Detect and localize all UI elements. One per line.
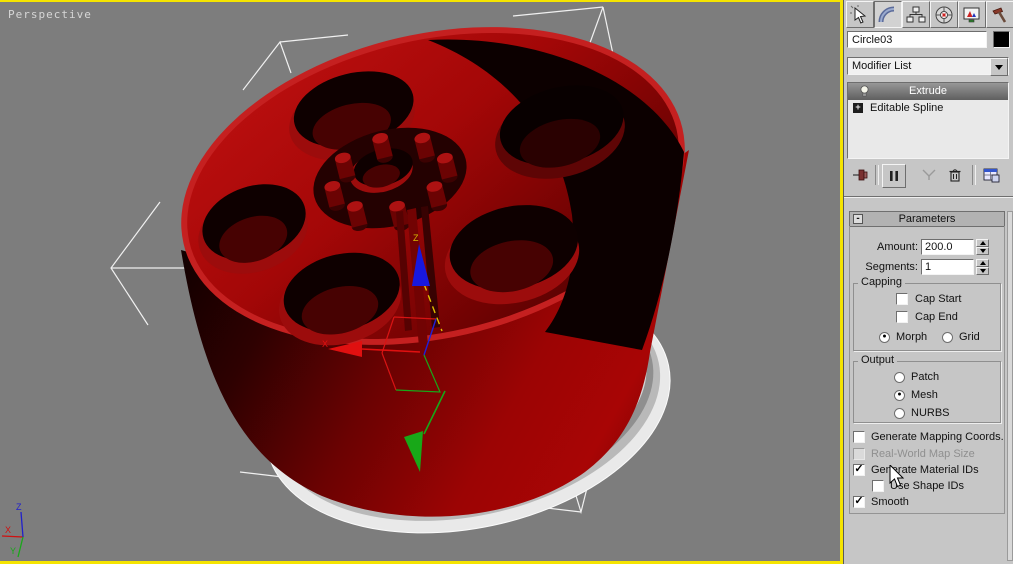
pin-stack-icon [852,166,870,184]
real-world-map-size-checkbox [853,448,865,460]
amount-field[interactable]: 200.0 [921,239,974,255]
modifier-stack-list: Extrude + Editable Spline [847,82,1009,159]
toolbar-separator [972,165,976,185]
parameters-rollout-header[interactable]: - Parameters [849,211,1005,227]
tab-display[interactable] [958,1,986,28]
spinner-up-button[interactable] [976,259,989,267]
3d-app-window: Perspective [0,0,1013,564]
tripod-z-label: Z [16,502,22,512]
amount-spinner [976,239,989,255]
cap-start-checkbox[interactable] [896,293,908,305]
gizmo-z-label: Z [413,233,419,243]
rollout-collapse-icon[interactable]: - [853,214,863,224]
tab-motion[interactable] [930,1,958,28]
gizmo-x-label: X [322,339,328,349]
hierarchy-icon [906,5,926,25]
viewport-label[interactable]: Perspective [8,8,92,21]
spinner-down-button[interactable] [976,267,989,275]
mouse-cursor [889,465,907,494]
object-name-field[interactable]: Circle03 [847,31,987,48]
spinner-down-button[interactable] [976,247,989,255]
nurbs-radio[interactable] [894,408,905,419]
cursor-arrow-icon [889,465,907,491]
stack-item-editable-spline[interactable]: + Editable Spline [848,100,1008,117]
tripod-x-label: X [5,525,11,535]
command-panel: Circle03 Modifier List Extrude + Editabl… [843,0,1013,564]
mesh-radio[interactable]: ● [894,390,905,401]
viewport-canvas[interactable]: X Z X Z Y [0,2,840,561]
generate-mapping-coords-label[interactable]: Generate Mapping Coords. [871,431,1004,443]
segments-spinner [976,259,989,275]
show-end-result-icon [886,168,902,184]
perspective-viewport[interactable]: Perspective [0,0,843,564]
motion-wheel-icon [934,5,954,25]
segments-field[interactable]: 1 [921,259,974,275]
configure-sets-icon [982,166,1000,184]
cap-end-checkbox[interactable] [896,311,908,323]
tab-utilities[interactable] [986,1,1013,28]
generate-mapping-coords-checkbox[interactable] [853,431,865,443]
tab-hierarchy[interactable] [902,1,930,28]
capping-group-title: Capping [858,276,905,288]
trash-icon [946,166,964,184]
morph-label[interactable]: Morph [896,331,927,343]
use-shape-ids-checkbox[interactable] [872,480,884,492]
grid-radio[interactable] [942,332,953,343]
configure-modifier-sets-button[interactable] [980,164,1002,186]
dropdown-button[interactable] [990,58,1008,76]
expand-plus-icon[interactable]: + [853,103,863,113]
tab-modify[interactable] [874,1,902,28]
make-unique-button[interactable] [918,164,940,186]
tripod-y-label: Y [10,546,16,556]
bulb-icon[interactable] [859,85,870,98]
world-axis-tripod: X Z Y [2,502,23,557]
modifier-list-dropdown[interactable]: Modifier List [847,57,1009,75]
chevron-down-icon [995,65,1003,70]
stack-item-label: Editable Spline [870,100,943,117]
modifier-list-label: Modifier List [848,58,1008,74]
mesh-label[interactable]: Mesh [911,389,938,401]
stack-item-extrude[interactable]: Extrude [848,83,1008,100]
command-panel-tabs [846,1,1013,27]
smooth-label[interactable]: Smooth [871,496,909,508]
pin-stack-button[interactable] [850,164,872,186]
tab-create[interactable] [846,1,874,28]
show-end-result-button[interactable] [882,164,906,188]
make-unique-icon [920,166,938,184]
modify-bend-icon [878,5,898,25]
generate-material-ids-checkbox[interactable]: ✓ [853,464,865,476]
toolbar-separator [875,165,879,185]
stack-item-label: Extrude [909,83,947,100]
display-monitor-icon [962,5,982,25]
spinner-up-button[interactable] [976,239,989,247]
panel-scrollbar[interactable] [1007,211,1013,561]
patch-radio[interactable] [894,372,905,383]
patch-label[interactable]: Patch [911,371,939,383]
cap-start-label[interactable]: Cap Start [915,293,961,305]
cap-end-label[interactable]: Cap End [915,311,958,323]
real-world-map-size-label: Real-World Map Size [871,448,975,460]
grid-label[interactable]: Grid [959,331,980,343]
generate-material-ids-label[interactable]: Generate Material IDs [871,464,979,476]
panel-divider [844,196,1013,198]
utilities-hammer-icon [990,5,1010,25]
segments-label: Segments: [854,261,918,273]
output-group-title: Output [858,354,897,366]
morph-radio[interactable]: ● [879,332,890,343]
smooth-checkbox[interactable]: ✓ [853,496,865,508]
nurbs-label[interactable]: NURBS [911,407,950,419]
modifier-stack-toolbar [844,162,1013,190]
create-arrow-icon [850,5,870,25]
object-color-swatch[interactable] [993,31,1010,48]
rollout-title: Parameters [899,213,956,225]
remove-modifier-button[interactable] [944,164,966,186]
amount-label: Amount: [854,241,918,253]
